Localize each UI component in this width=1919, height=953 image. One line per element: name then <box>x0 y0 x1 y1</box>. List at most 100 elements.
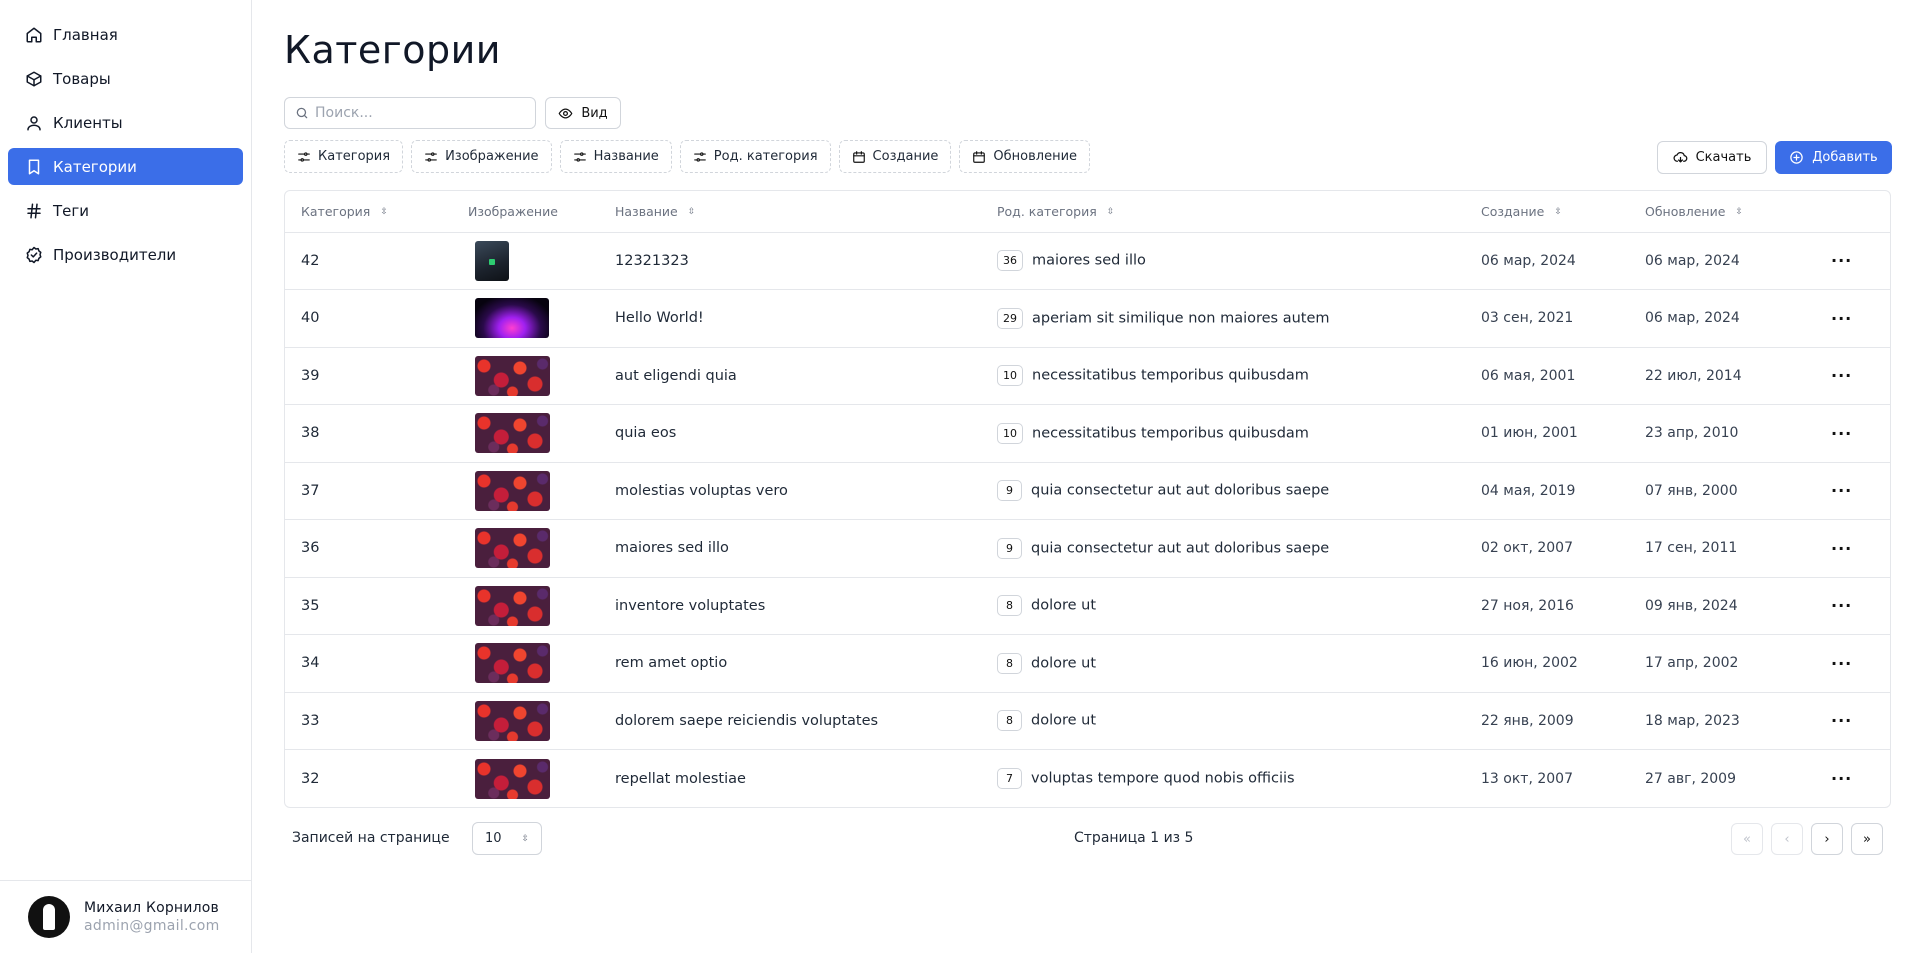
parent-id-badge: 10 <box>997 422 1023 444</box>
row-actions-button[interactable]: ··· <box>1815 635 1890 693</box>
sidebar-item-products[interactable]: Товары <box>8 60 243 97</box>
plus-circle-icon <box>1789 150 1812 165</box>
filter-label: Категория <box>318 149 391 164</box>
user-profile[interactable]: Михаил Корнилов admin@gmail.com <box>0 880 251 953</box>
user-icon <box>24 113 44 133</box>
add-label: Добавить <box>1812 150 1878 165</box>
sidebar-item-categories[interactable]: Категории <box>8 148 243 185</box>
cell-created: 02 окт, 2007 <box>1481 540 1573 557</box>
cell-image <box>452 750 599 808</box>
sliders-icon <box>693 150 714 164</box>
table-row[interactable]: 37 molestias voluptas vero 9 quia consectet… <box>285 462 1890 520</box>
filter-parent-category[interactable]: Род. категория <box>679 140 831 173</box>
table-row[interactable]: 34 rem amet optio 8 dolore ut 16 июн, 2002 17… <box>285 634 1890 693</box>
view-options-label: Вид <box>581 105 608 121</box>
sidebar-item-tags[interactable]: Теги <box>8 192 243 229</box>
table-row[interactable]: 36 maiores sed illo 9 quia consectetur aut … <box>285 519 1890 578</box>
filter-label: Род. категория <box>713 149 818 164</box>
cell-category-id: 42 <box>301 252 320 269</box>
eye-icon <box>558 106 581 121</box>
table-row[interactable]: 39 aut eligendi quia 10 necessitatibus temp… <box>285 347 1890 405</box>
filter-image[interactable]: Изображение <box>411 140 552 173</box>
sidebar-item-home[interactable]: Главная <box>8 16 243 53</box>
row-actions-button[interactable]: ··· <box>1815 577 1890 635</box>
cell-image <box>452 232 599 290</box>
cell-updated: 07 янв, 2000 <box>1645 482 1738 499</box>
column-header-label: Род. категория <box>997 203 1097 219</box>
cell-parent-category: 9 quia consectetur aut aut doloribus saep… <box>981 520 1465 578</box>
cell-category-id: 40 <box>301 310 320 327</box>
cell-created: 03 сен, 2021 <box>1481 310 1574 327</box>
first-page-button[interactable]: « <box>1731 823 1763 855</box>
sidebar-item-manufacturers[interactable]: Производители <box>8 236 243 273</box>
cell-parent-category: 29 aperiam sit similique non maiores aute… <box>981 290 1465 348</box>
user-info: Михаил Корнилов admin@gmail.com <box>84 900 220 934</box>
column-header-created[interactable]: Создание ⇳ <box>1465 191 1629 232</box>
category-thumbnail <box>475 700 550 741</box>
view-options-button[interactable]: Вид <box>545 97 621 129</box>
parent-id-badge: 8 <box>997 595 1022 617</box>
row-actions-button[interactable]: ··· <box>1815 750 1890 808</box>
parent-id-badge: 9 <box>997 480 1022 502</box>
column-header-actions <box>1815 191 1890 232</box>
table-row[interactable]: 40 Hello World! 29 aperiam sit similique no… <box>285 289 1890 348</box>
category-thumbnail <box>475 470 550 511</box>
column-header-name[interactable]: Название ⇳ <box>599 191 981 232</box>
table-row[interactable]: 32 repellat molestiae 7 voluptas tempore qu… <box>285 749 1890 808</box>
filter-created[interactable]: Создание <box>838 140 952 173</box>
download-button[interactable]: Скачать <box>1657 141 1767 174</box>
search-input[interactable] <box>315 105 515 121</box>
column-header-parent-category[interactable]: Род. категория ⇳ <box>981 191 1465 232</box>
user-name: Михаил Корнилов <box>84 900 219 916</box>
cell-name: aut eligendi quia <box>615 367 737 384</box>
row-actions-button[interactable]: ··· <box>1815 405 1890 463</box>
row-actions-button[interactable]: ··· <box>1815 692 1890 750</box>
last-page-button[interactable]: » <box>1851 823 1883 855</box>
cell-name: Hello World! <box>615 310 704 327</box>
sort-icon: ⇳ <box>687 207 696 218</box>
cell-parent-category: 8 dolore ut <box>981 577 1465 635</box>
category-thumbnail <box>475 298 549 339</box>
home-icon <box>24 25 44 45</box>
sidebar-item-label: Главная <box>53 25 118 44</box>
category-thumbnail <box>475 413 550 454</box>
sidebar-item-label: Производители <box>53 245 177 264</box>
prev-page-button[interactable]: ‹ <box>1771 823 1803 855</box>
parent-category-name: necessitatibus temporibus quibusdam <box>1032 367 1309 384</box>
column-header-category[interactable]: Категория ⇳ <box>285 191 452 232</box>
cell-updated: 09 янв, 2024 <box>1645 597 1738 614</box>
table-row[interactable]: 42 12321323 36 maiores sed illo 06 мар, 2024… <box>285 232 1890 290</box>
calendar-icon <box>972 150 993 164</box>
table-row[interactable]: 33 dolorem saepe reiciendis voluptates 8 do… <box>285 692 1890 750</box>
row-actions-button[interactable]: ··· <box>1815 520 1890 578</box>
cell-image <box>452 577 599 635</box>
cell-name: rem amet optio <box>615 655 728 672</box>
filter-bar: Категория Изображение Название Род. кате… <box>284 140 1091 173</box>
parent-category-name: dolore ut <box>1031 597 1097 614</box>
cell-updated: 06 мар, 2024 <box>1645 252 1740 269</box>
parent-id-badge: 10 <box>997 365 1023 387</box>
filter-category[interactable]: Категория <box>284 140 404 173</box>
filter-updated[interactable]: Обновление <box>959 140 1091 173</box>
table-body: 42 12321323 36 maiores sed illo 06 мар, 2024… <box>285 232 1890 808</box>
search-box[interactable] <box>284 97 536 129</box>
cell-created: 22 янв, 2009 <box>1481 712 1574 729</box>
row-actions-button[interactable]: ··· <box>1815 290 1890 348</box>
filter-name[interactable]: Название <box>559 140 672 173</box>
cell-category-id: 37 <box>301 482 320 499</box>
table-row[interactable]: 35 inventore voluptates 8 dolore ut 27 ноя, … <box>285 577 1890 635</box>
parent-category-name: voluptas tempore quod nobis officiis <box>1031 770 1295 787</box>
rows-per-page-select[interactable]: 10 ⇳ <box>472 822 542 855</box>
row-actions-button[interactable]: ··· <box>1815 462 1890 520</box>
column-header-updated[interactable]: Обновление ⇳ <box>1629 191 1815 232</box>
sidebar-item-clients[interactable]: Клиенты <box>8 104 243 141</box>
parent-category-name: quia consectetur aut aut doloribus saepe <box>1031 482 1330 499</box>
user-email: admin@gmail.com <box>84 918 220 934</box>
row-actions-button[interactable]: ··· <box>1815 347 1890 405</box>
table-row[interactable]: 38 quia eos 10 necessitatibus temporibus qu… <box>285 404 1890 463</box>
row-actions-button[interactable]: ··· <box>1815 232 1890 290</box>
next-page-button[interactable]: › <box>1811 823 1843 855</box>
rows-per-page-value: 10 <box>485 831 502 846</box>
add-button[interactable]: Добавить <box>1775 141 1892 174</box>
parent-category-name: maiores sed illo <box>1032 252 1146 269</box>
